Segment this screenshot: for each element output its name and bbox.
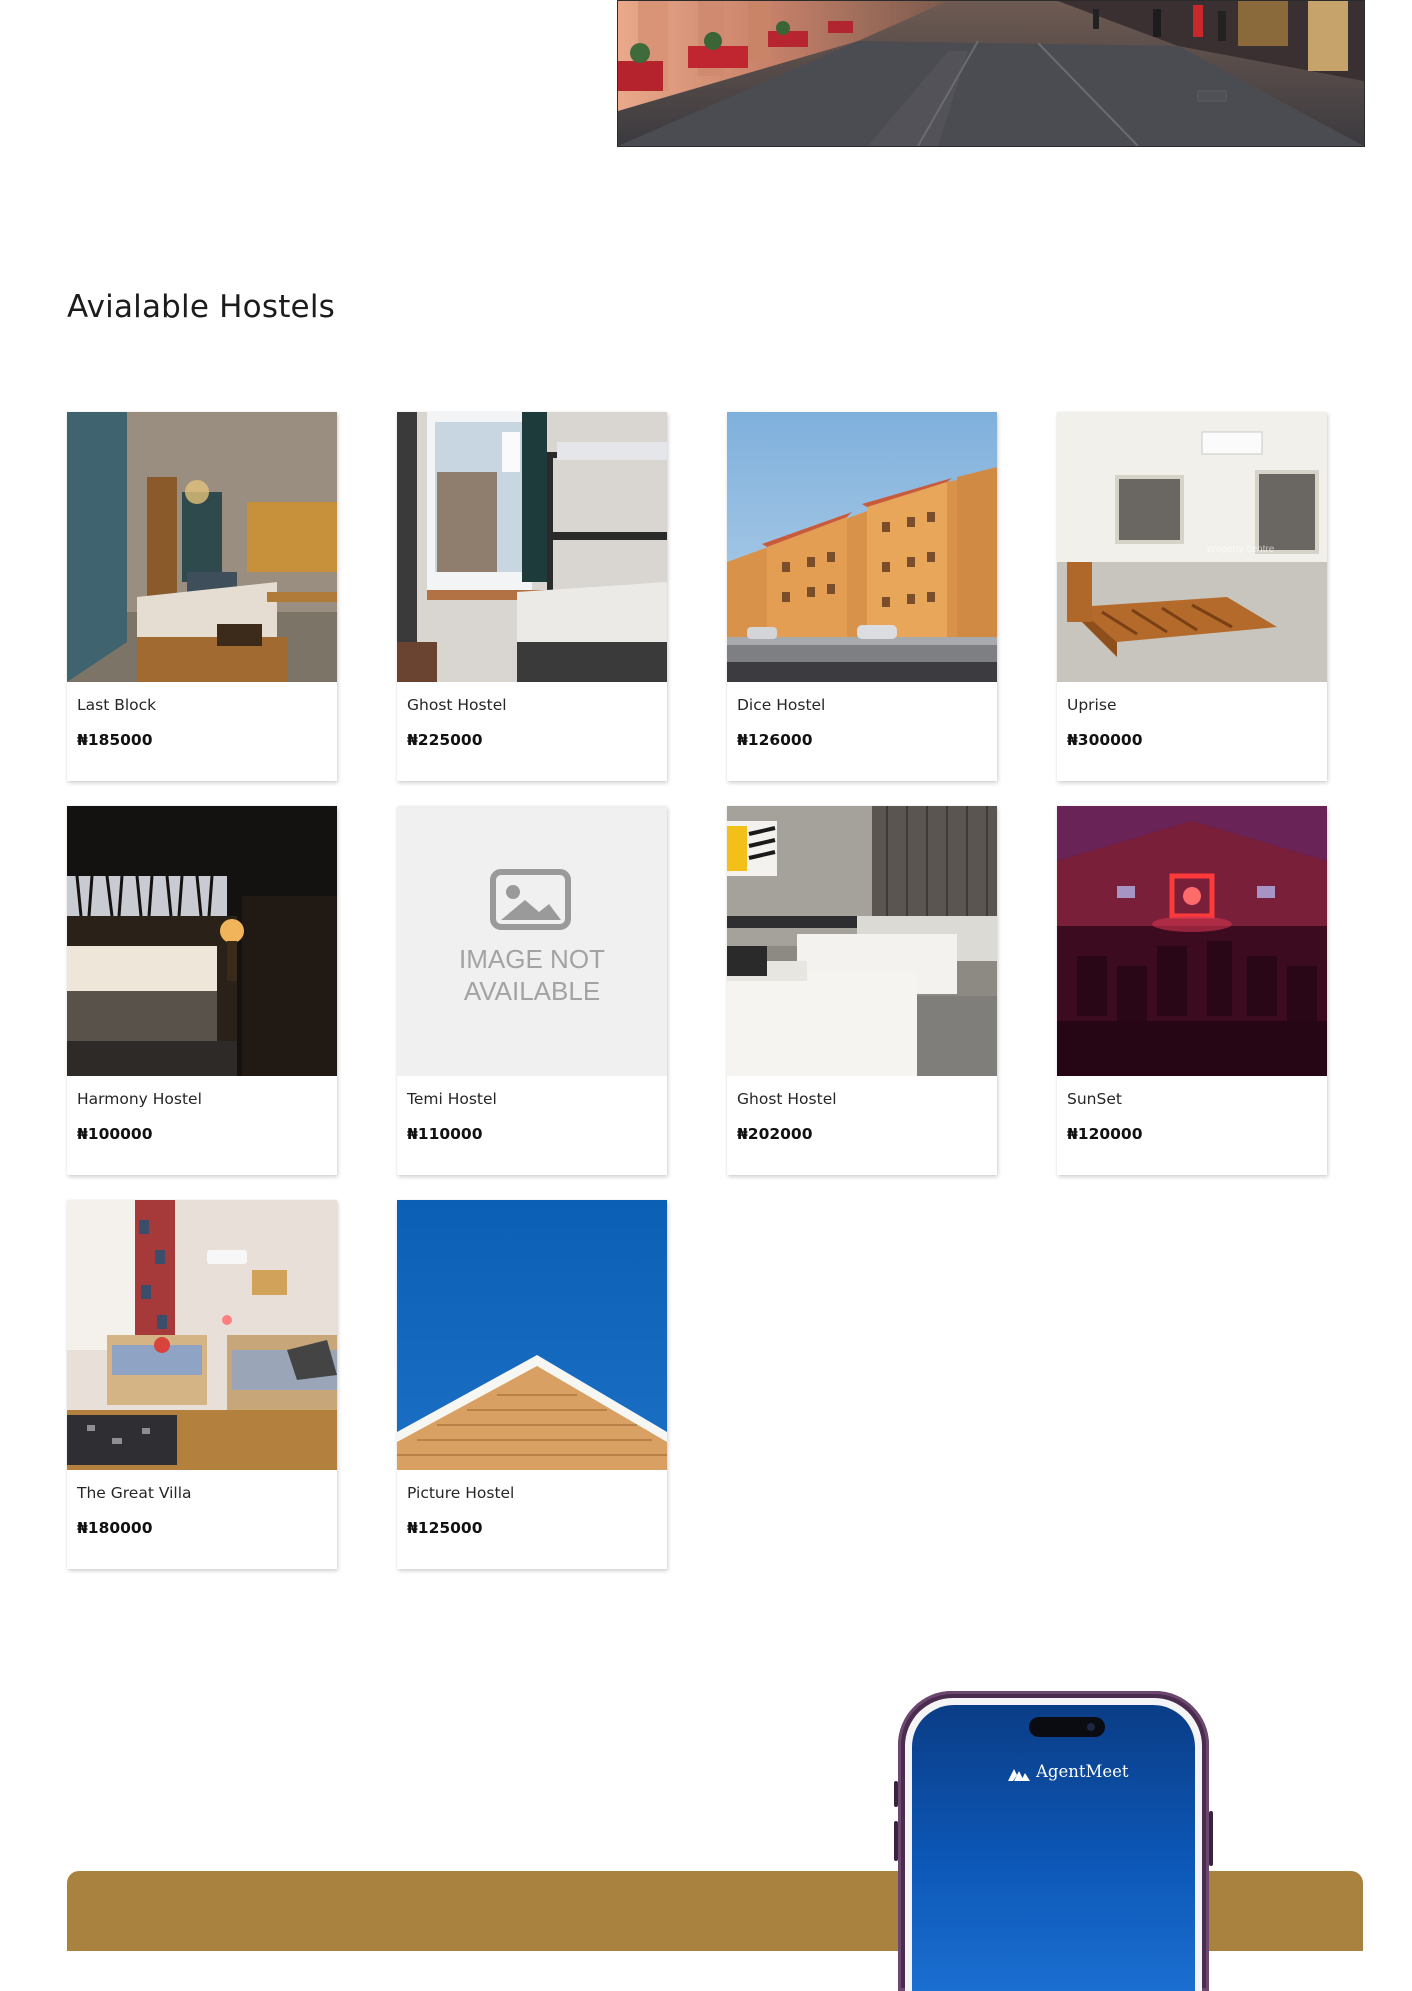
hostel-name: Harmony Hostel <box>77 1090 202 1108</box>
hostel-name: Last Block <box>77 696 157 714</box>
hostel-price: ₦110000 <box>407 1125 483 1143</box>
hostel-image: property centre <box>1057 412 1327 682</box>
svg-text:property centre: property centre <box>1207 544 1275 555</box>
placeholder-text-1: IMAGE NOT <box>459 944 605 974</box>
hostel-price: ₦180000 <box>77 1519 153 1537</box>
agentmeet-logo-icon <box>1008 1768 1030 1781</box>
hostel-card[interactable]: SunSet ₦120000 <box>1057 806 1327 1175</box>
hostel-name: Dice Hostel <box>737 696 826 714</box>
hostel-name: Ghost Hostel <box>737 1090 837 1108</box>
hostel-price: ₦300000 <box>1067 731 1143 749</box>
hostel-image <box>727 806 997 1076</box>
hostel-image <box>67 1200 337 1470</box>
hostel-name: The Great Villa <box>77 1484 192 1502</box>
hostel-card[interactable]: IMAGE NOT AVAILABLE Temi Hostel ₦110000 <box>397 806 667 1175</box>
hostel-name: Picture Hostel <box>407 1484 515 1502</box>
app-name: AgentMeet <box>1036 1762 1129 1781</box>
hostel-card[interactable]: Ghost Hostel ₦202000 <box>727 806 997 1175</box>
hostel-card[interactable]: property centre Uprise ₦300000 <box>1057 412 1327 781</box>
hero-street-photo <box>617 0 1365 147</box>
hostel-name: Temi Hostel <box>407 1090 497 1108</box>
section-title: Avialable Hostels <box>67 289 335 325</box>
hostel-card[interactable]: Ghost Hostel ₦225000 <box>397 412 667 781</box>
hostel-image <box>397 1200 667 1470</box>
hostel-image <box>67 412 337 682</box>
app-logo: AgentMeet <box>1008 1762 1129 1781</box>
hostel-image <box>1057 806 1327 1076</box>
hostel-image <box>67 806 337 1076</box>
hostel-price: ₦202000 <box>737 1125 813 1143</box>
phone-mockup: AgentMeet <box>894 1691 1213 1991</box>
hostel-image <box>727 412 997 682</box>
hostel-name: Ghost Hostel <box>407 696 507 714</box>
hostel-card[interactable]: Picture Hostel ₦125000 <box>397 1200 667 1569</box>
image-placeholder: IMAGE NOT AVAILABLE <box>397 806 667 1076</box>
hostel-price: ₦100000 <box>77 1125 153 1143</box>
hostel-card[interactable]: Dice Hostel ₦126000 <box>727 412 997 781</box>
hostel-card[interactable]: The Great Villa ₦180000 <box>67 1200 337 1569</box>
dynamic-island <box>1029 1717 1105 1737</box>
hostel-name: SunSet <box>1067 1090 1122 1108</box>
hostel-price: ₦120000 <box>1067 1125 1143 1143</box>
placeholder-text-2: AVAILABLE <box>464 976 600 1006</box>
hostel-image <box>397 412 667 682</box>
phone-screen: AgentMeet <box>912 1705 1195 1991</box>
hostel-card[interactable]: Harmony Hostel ₦100000 <box>67 806 337 1175</box>
hostel-card[interactable]: Last Block ₦185000 <box>67 412 337 781</box>
hostel-price: ₦225000 <box>407 731 483 749</box>
hostel-price: ₦126000 <box>737 731 813 749</box>
hostel-price: ₦185000 <box>77 731 153 749</box>
hostel-grid: Last Block ₦185000 Ghost Hostel ₦225000 … <box>67 412 1337 1569</box>
hostel-price: ₦125000 <box>407 1519 483 1537</box>
hostel-name: Uprise <box>1067 696 1117 714</box>
